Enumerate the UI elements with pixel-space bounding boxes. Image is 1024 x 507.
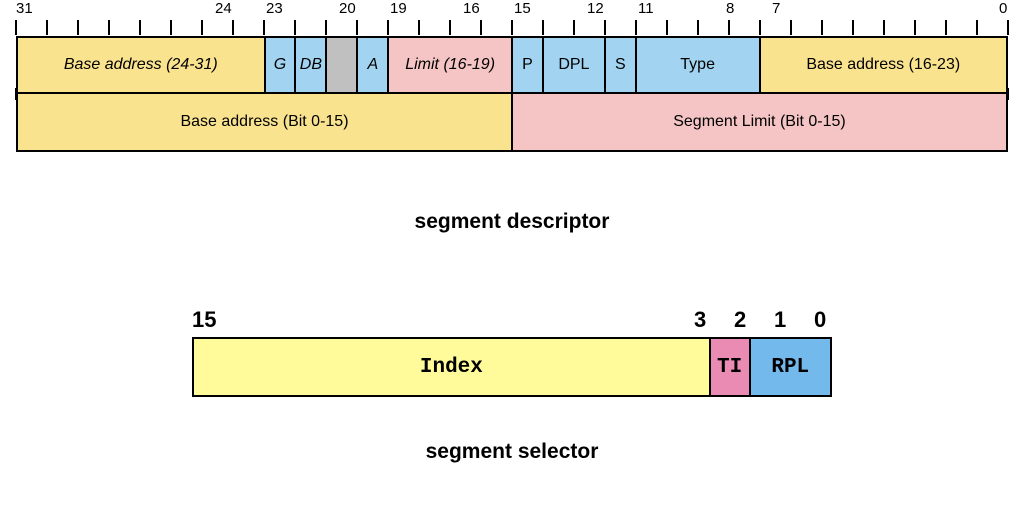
sel-bit-label: 3 — [694, 307, 706, 333]
field-type: Type — [637, 36, 761, 94]
bit-label: 16 — [463, 0, 480, 17]
sel-bit-label: 1 — [774, 307, 786, 333]
bit-label: 0 — [999, 0, 1007, 17]
descriptor-caption: segment descriptor — [0, 210, 1024, 234]
field-base-16-23: Base address (16-23) — [761, 36, 1009, 94]
field-ti: TI — [711, 339, 751, 395]
bit-label: 8 — [726, 0, 734, 17]
ruler-top — [16, 20, 1008, 36]
field-db: DB — [296, 36, 327, 94]
segment-descriptor: Base address (24-31) G DB A Limit (16-19… — [16, 36, 1008, 152]
selector-caption: segment selector — [0, 440, 1024, 464]
bit-label: 7 — [772, 0, 780, 17]
bit-label: 11 — [638, 0, 654, 17]
bit-label: 19 — [390, 0, 407, 17]
sel-bit-label: 15 — [192, 307, 216, 333]
sel-bit-label: 0 — [814, 307, 826, 333]
bit-label: 31 — [16, 0, 33, 17]
field-limit-16-19: Limit (16-19) — [389, 36, 513, 94]
bit-label: 15 — [514, 0, 531, 17]
bit-label: 24 — [215, 0, 232, 17]
bit-label: 20 — [339, 0, 356, 17]
field-p: P — [513, 36, 544, 94]
bit-label: 12 — [587, 0, 604, 17]
field-dpl: DPL — [544, 36, 606, 94]
segment-selector: Index TI RPL — [192, 337, 832, 397]
field-index: Index — [194, 339, 711, 395]
field-reserved — [327, 36, 358, 94]
bit-label: 23 — [266, 0, 283, 17]
field-s: S — [606, 36, 637, 94]
field-a: A — [358, 36, 389, 94]
field-limit-0-15: Segment Limit (Bit 0-15) — [513, 94, 1008, 152]
field-base-24-31: Base address (24-31) — [18, 36, 266, 94]
field-rpl: RPL — [751, 339, 831, 395]
field-g: G — [266, 36, 297, 94]
sel-bit-label: 2 — [734, 307, 746, 333]
field-base-0-15: Base address (Bit 0-15) — [18, 94, 513, 152]
